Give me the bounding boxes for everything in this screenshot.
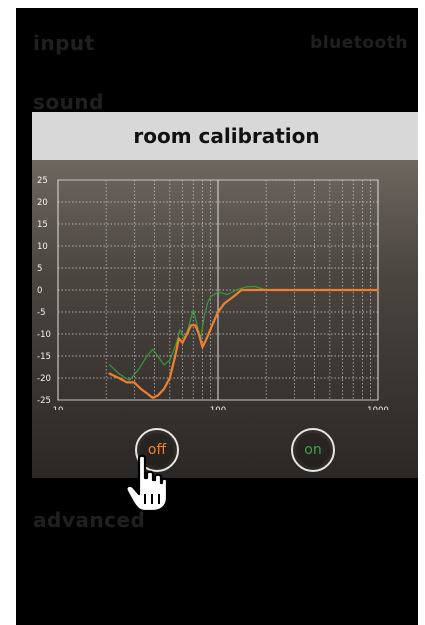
uncalibrated-curve-line bbox=[108, 288, 380, 399]
hand-cursor-icon bbox=[125, 454, 169, 513]
x-tick-label: 1000 bbox=[367, 406, 389, 410]
y-tick-label: -5 bbox=[37, 308, 45, 318]
x-tick-label: 100 bbox=[210, 406, 226, 410]
app-screen: input bluetooth sound advanced room cali… bbox=[16, 8, 418, 625]
on-button-label: on bbox=[304, 442, 322, 458]
on-button[interactable]: on bbox=[291, 428, 335, 472]
dialog-title: room calibration bbox=[32, 112, 418, 160]
y-tick-label: 20 bbox=[37, 198, 48, 208]
y-tick-label: 25 bbox=[37, 176, 48, 186]
y-tick-label: 10 bbox=[37, 242, 48, 252]
y-tick-label: 0 bbox=[37, 286, 42, 296]
y-tick-label: -20 bbox=[37, 374, 51, 384]
y-tick-label: 15 bbox=[37, 220, 48, 230]
menu-input[interactable]: input bbox=[33, 31, 95, 55]
y-tick-label: -25 bbox=[37, 396, 51, 406]
menu-bluetooth[interactable]: bluetooth bbox=[310, 33, 408, 53]
y-tick-label: 5 bbox=[37, 264, 42, 274]
room-calibration-dialog: room calibration 25 20 15 10 5 0 -5 -10 -15 -20 -2… bbox=[32, 112, 418, 478]
x-tick-label: 10 bbox=[53, 406, 64, 410]
calibration-chart: 2520151050-5-10-15-20-25101001000 bbox=[37, 176, 389, 410]
y-tick-label: -15 bbox=[37, 352, 51, 362]
y-tick-label: -10 bbox=[37, 330, 51, 340]
menu-sound[interactable]: sound bbox=[33, 90, 104, 114]
calibrated-curve-line bbox=[109, 285, 379, 381]
